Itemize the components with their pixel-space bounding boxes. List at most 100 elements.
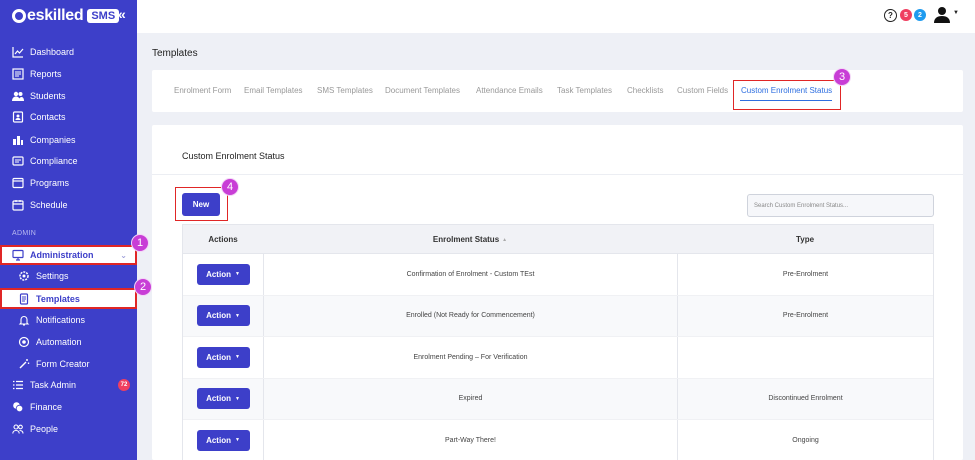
magic-wand-icon [18,358,30,370]
type-cell: Pre-Enrolment [677,295,933,336]
sidebar-item-label: Dashboard [30,47,75,57]
sidebar-item-schedule[interactable]: Schedule [0,195,137,215]
tab-custom-fields[interactable]: Custom Fields [677,86,728,95]
compliance-icon [12,155,24,167]
tab-task-templates[interactable]: Task Templates [557,86,612,95]
sidebar-item-notifications[interactable]: Notifications [0,310,137,330]
help-icon[interactable]: ? [884,9,897,22]
sidebar-item-label: Schedule [30,200,68,210]
sidebar-item-label: Administration [30,250,94,260]
logo-text: eskilled [27,7,84,24]
column-header-enrolment-status[interactable]: Enrolment Status ▲ [263,225,677,254]
page-title: Templates [152,48,198,59]
sidebar-item-label: Templates [36,293,80,304]
sidebar-item-label: Compliance [30,156,78,166]
divider [152,174,963,175]
sidebar-item-contacts[interactable]: Contacts [0,107,137,127]
step-marker-4: 4 [221,178,239,196]
actions-cell: Action ▼ [183,337,263,378]
sidebar-item-label: Finance [30,402,63,412]
card-title: Custom Enrolment Status [182,151,285,161]
caret-down-icon: ▼ [234,354,240,361]
sidebar-item-label: Settings [36,271,69,281]
schedule-icon [12,199,24,211]
caret-down-icon: ▼ [234,437,240,444]
step-marker-3: 3 [833,68,851,86]
table-row: Action ▼ Expired Discontinued Enrolment [183,378,933,420]
sidebar: eskilled SMS « Dashboard Reports Student… [0,0,137,460]
tab-document-templates[interactable]: Document Templates [385,86,460,95]
table-row: Action ▼ Enrolment Pending – For Verifica… [183,337,933,379]
monitor-icon [12,249,24,261]
sidebar-item-settings[interactable]: Settings [0,266,137,286]
sidebar-item-label: Companies [30,135,76,145]
sidebar-item-templates[interactable]: Templates [0,288,137,309]
enrolment-status-table: Actions Enrolment Status ▲ Type Action ▼ … [182,224,934,460]
actions-cell: Action ▼ [183,379,263,420]
sidebar-item-automation[interactable]: Automation [0,332,137,352]
action-dropdown-button[interactable]: Action ▼ [196,263,250,285]
sidebar-item-label: Reports [30,69,62,79]
action-label: Action [206,352,231,362]
task-list-icon [12,379,24,391]
new-button-highlight-box [175,187,228,221]
sidebar-item-reports[interactable]: Reports [0,64,137,84]
sidebar-item-task-admin[interactable]: Task Admin [0,375,137,395]
tab-attendance-emails[interactable]: Attendance Emails [476,86,543,95]
sidebar-item-finance[interactable]: Finance [0,397,137,417]
sidebar-item-dashboard[interactable]: Dashboard [0,42,137,62]
automation-icon [18,336,30,348]
top-bar: ? 5 2 ▼ [137,0,975,33]
caret-down-icon: ▼ [234,271,240,278]
programs-icon [12,177,24,189]
type-cell: Pre-Enrolment [677,254,933,295]
column-header-type: Type [795,235,815,244]
column-header-label: Enrolment Status [432,235,500,244]
action-dropdown-button[interactable]: Action ▼ [196,429,250,451]
table-row: Action ▼ Part-Way There! Ongoing [183,420,933,460]
sidebar-item-label: Task Admin [30,380,77,390]
chevron-down-icon: ⌄ [120,250,127,260]
step-marker-2: 2 [134,278,152,296]
step-marker-1: 1 [131,234,149,252]
sidebar-item-companies[interactable]: Companies [0,130,137,150]
tab-checklists[interactable]: Checklists [627,86,663,95]
notification-badge-blue[interactable]: 2 [914,9,926,21]
sidebar-item-programs[interactable]: Programs [0,173,137,193]
action-label: Action [206,269,231,279]
sidebar-item-compliance[interactable]: Compliance [0,151,137,171]
search-input[interactable]: Search Custom Enrolment Status... [747,194,934,217]
sidebar-item-form-creator[interactable]: Form Creator [0,354,137,374]
action-dropdown-button[interactable]: Action ▼ [196,305,250,327]
sidebar-item-people[interactable]: People [0,419,137,439]
action-dropdown-button[interactable]: Action ▼ [196,388,250,410]
type-cell [677,337,933,378]
status-cell: Expired [263,378,677,419]
sidebar-item-label: Students [30,91,66,101]
document-icon [18,292,30,305]
action-label: Action [206,394,231,404]
chart-line-icon [12,46,24,58]
contacts-icon [12,111,24,123]
user-menu-caret-icon[interactable]: ▼ [953,10,959,16]
collapse-sidebar-icon[interactable]: « [118,6,126,22]
sidebar-item-label: Notifications [36,315,86,325]
tab-email-templates[interactable]: Email Templates [244,86,303,95]
sidebar-item-administration[interactable]: Administration ⌄ [0,245,137,265]
action-dropdown-button[interactable]: Action ▼ [196,346,250,368]
sidebar-item-students[interactable]: Students [0,86,137,106]
status-cell: Confirmation of Enrolment - Custom TEst [263,254,677,295]
user-avatar-icon[interactable] [933,6,951,29]
caret-down-icon: ▼ [234,395,240,402]
actions-cell: Action ▼ [183,420,263,460]
type-cell: Ongoing [677,420,933,460]
actions-cell: Action ▼ [183,296,263,337]
caret-down-icon: ▼ [234,312,240,319]
table-header: Actions Enrolment Status ▲ Type [183,225,933,254]
brand-logo[interactable]: eskilled SMS [12,7,120,25]
sidebar-item-label: Contacts [30,112,66,122]
status-cell: Enrolled (Not Ready for Commencement) [263,295,677,336]
notification-badge-red[interactable]: 5 [900,9,912,21]
tab-sms-templates[interactable]: SMS Templates [317,86,373,95]
tab-enrolment-form[interactable]: Enrolment Form [174,86,231,95]
